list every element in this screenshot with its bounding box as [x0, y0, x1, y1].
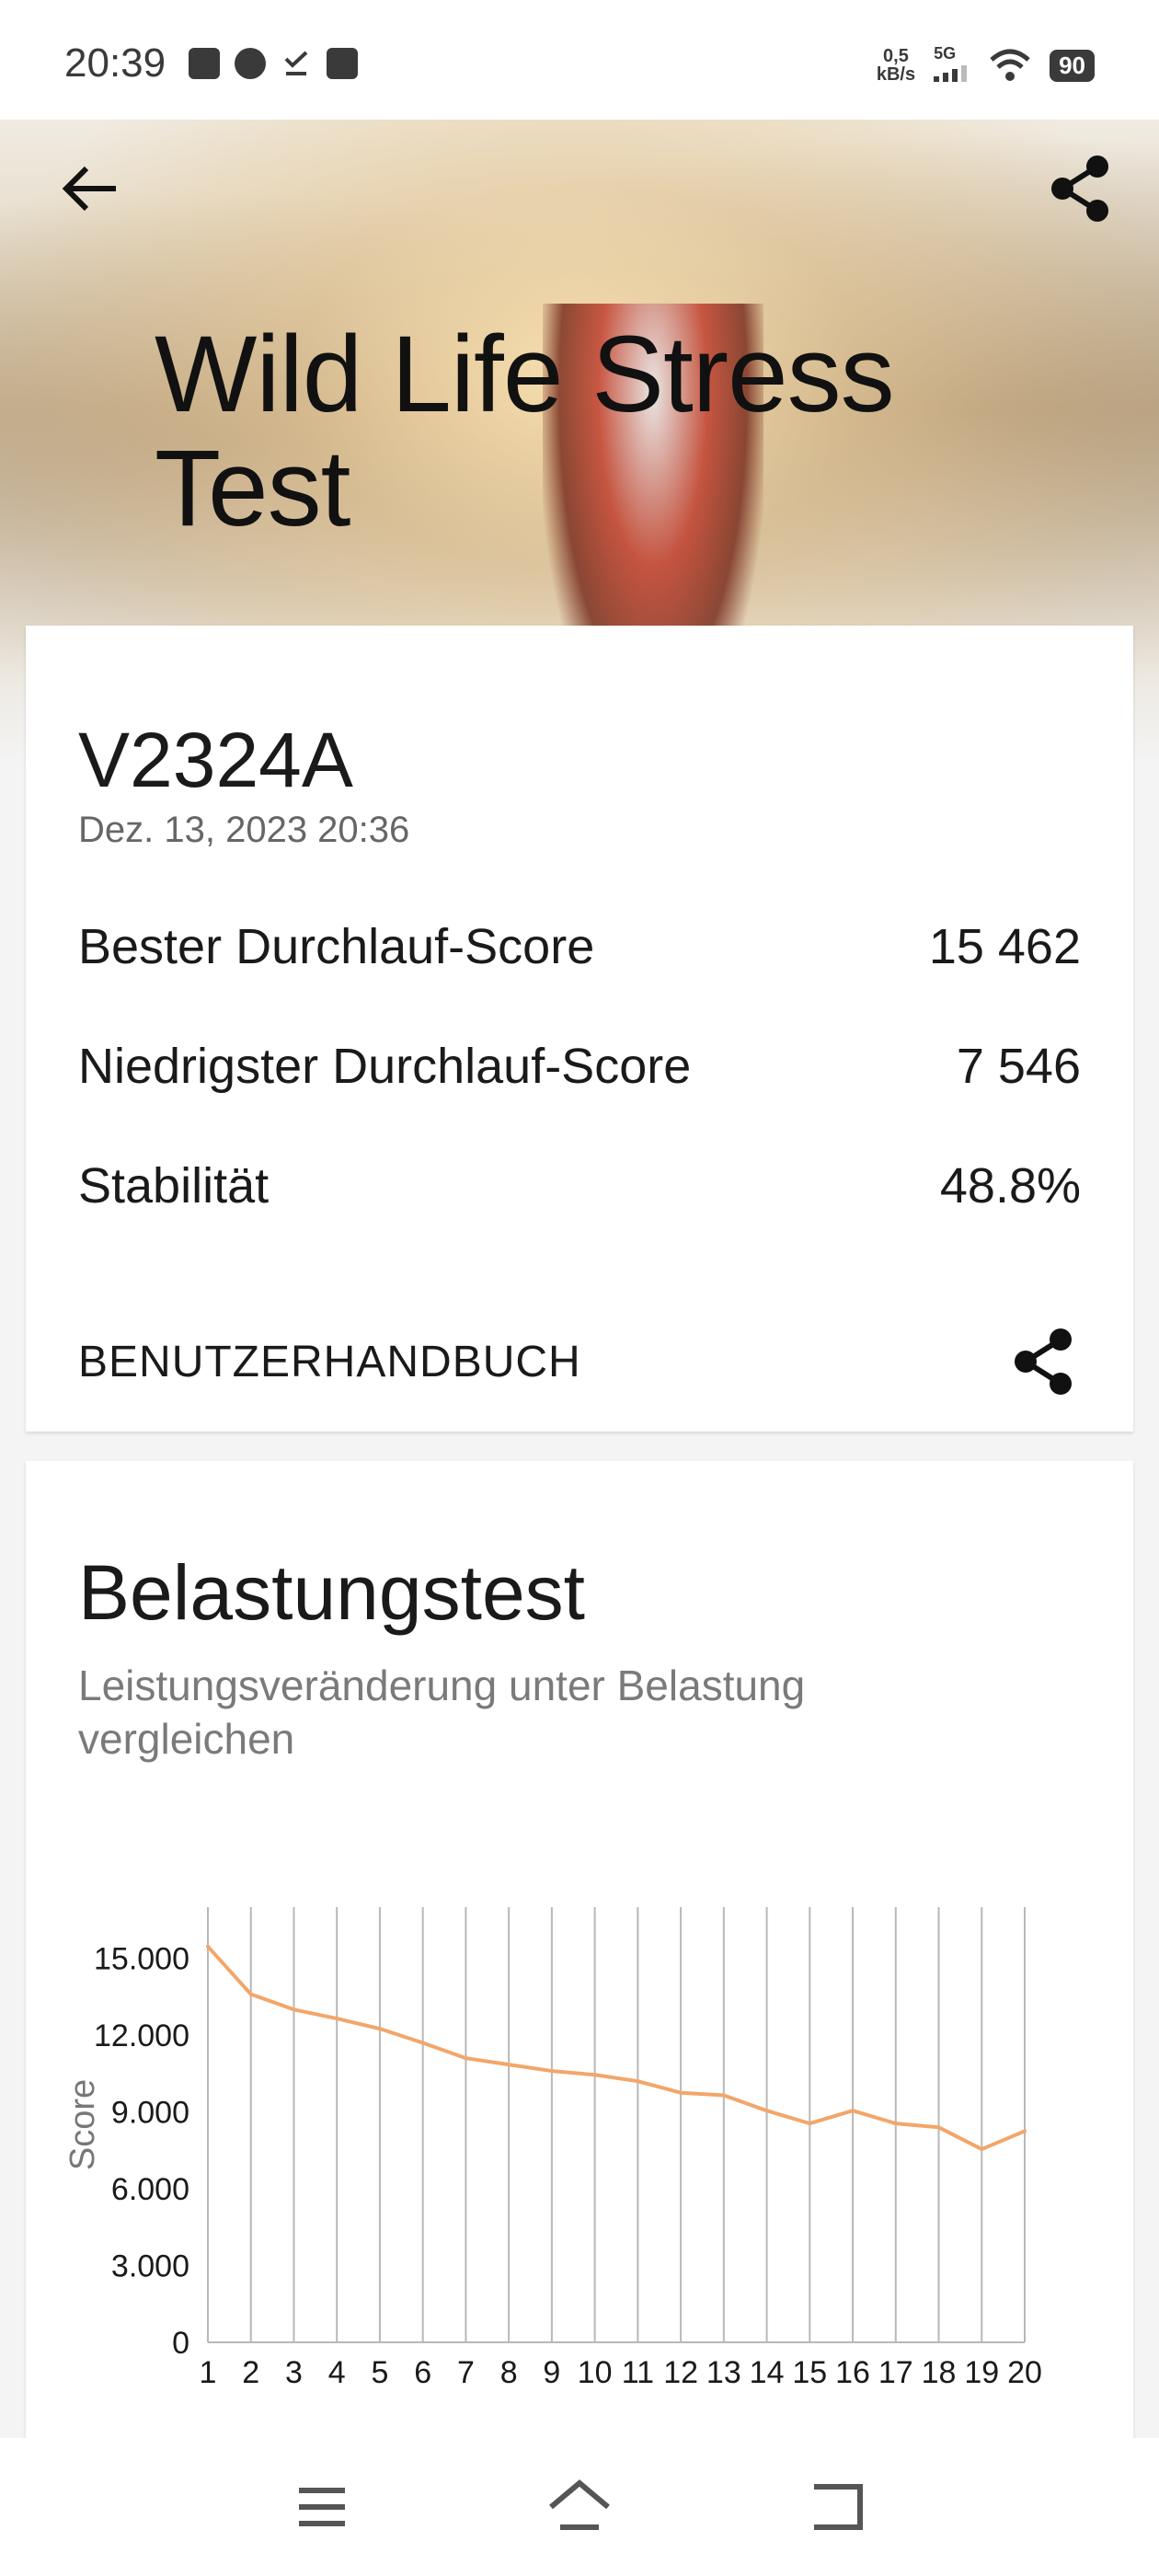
back-nav-button[interactable]: [796, 2470, 878, 2544]
summary-card: V2324A Dez. 13, 2023 20:36 Bester Durchl…: [26, 626, 1133, 1432]
data-point: [721, 2093, 726, 2098]
home-icon: [549, 2479, 610, 2530]
y-tick-label: 3.000: [111, 2249, 189, 2284]
signal-type: 5G: [934, 44, 957, 63]
data-point: [507, 2063, 511, 2067]
score-line: [206, 1945, 1026, 2152]
data-point: [592, 2073, 597, 2077]
status-right: 0,5 kB/s 5G 90: [877, 44, 1095, 86]
device-name: V2324A: [78, 717, 353, 803]
data-point: [206, 1944, 210, 1949]
stress-test-card: Belastungstest Leistungsveränderung unte…: [26, 1461, 1133, 2576]
data-point: [1023, 2129, 1027, 2133]
lowest-score-row: Niedrigster Durchlauf-Score 7 546: [78, 1038, 1081, 1095]
y-tick-label: 9.000: [111, 2096, 189, 2131]
data-point: [292, 2007, 296, 2012]
x-tick-label: 4: [328, 2355, 346, 2390]
share-icon: [1015, 1328, 1072, 1395]
status-time: 20:39: [64, 40, 166, 86]
navigation-bar: [0, 2438, 1159, 2576]
return-icon: [814, 2484, 863, 2530]
signal-indicator: 5G: [934, 44, 970, 86]
message-icon: [235, 48, 266, 79]
row-label: Bester Durchlauf-Score: [78, 919, 595, 974]
x-tick-label: 17: [878, 2355, 913, 2390]
data-point: [893, 2122, 898, 2126]
share-icon: [1051, 155, 1108, 222]
manual-row: BENUTZERHANDBUCH: [78, 1325, 1081, 1398]
back-arrow-icon: [62, 166, 116, 212]
data-point: [980, 2147, 984, 2152]
x-tick-label: 13: [706, 2355, 741, 2390]
row-label: Niedrigster Durchlauf-Score: [78, 1039, 692, 1094]
y-tick-label: 15.000: [94, 1942, 189, 1977]
data-point: [636, 2079, 640, 2084]
x-tick-label: 14: [750, 2355, 785, 2390]
y-axis-label: Score: [63, 2079, 102, 2170]
stress-line-chart: 03.0006.0009.00012.00015.0001 2 3 4 5 6 7 8 9 10 1…: [63, 1907, 1042, 2390]
test-date: Dez. 13, 2023 20:36: [78, 810, 410, 850]
row-value: 15 462: [928, 919, 1081, 974]
back-button[interactable]: [53, 152, 127, 225]
x-tick-label: 6: [414, 2355, 431, 2390]
data-point: [936, 2125, 941, 2130]
x-tick-label: 19: [964, 2355, 999, 2390]
y-tick-label: 0: [172, 2326, 189, 2361]
check-icon: [281, 48, 312, 79]
data-point: [248, 1992, 253, 1996]
data-point: [420, 2041, 425, 2045]
menu-button[interactable]: [281, 2470, 363, 2544]
data-point: [464, 2056, 468, 2061]
signal-bars-icon: [934, 65, 968, 82]
home-button[interactable]: [538, 2470, 621, 2544]
data-point: [851, 2109, 855, 2113]
x-tick-label: 8: [500, 2355, 518, 2390]
x-tick-label: 7: [457, 2355, 475, 2390]
net-speed: 0,5 kB/s: [877, 47, 915, 84]
data-point: [549, 2069, 554, 2074]
x-tick-label: 15: [792, 2355, 827, 2390]
stability-row: Stabilität 48.8%: [78, 1157, 1081, 1214]
inbox-icon: [327, 48, 358, 79]
share-result-button[interactable]: [1007, 1325, 1081, 1398]
x-tick-label: 10: [578, 2355, 613, 2390]
x-tick-label: 1: [200, 2355, 217, 2390]
x-tick-label: 16: [835, 2355, 870, 2390]
row-value: 48.8%: [939, 1158, 1081, 1213]
x-tick-label: 11: [622, 2355, 654, 2390]
best-score-row: Bester Durchlauf-Score 15 462: [78, 918, 1081, 975]
section-title: Belastungstest: [78, 1549, 586, 1636]
x-tick-label: 20: [1007, 2355, 1042, 2390]
notification-icons: [189, 48, 358, 79]
data-point: [377, 2027, 382, 2031]
wifi-icon: [990, 49, 1030, 81]
row-label: Stabilität: [78, 1158, 270, 1213]
battery-indicator: 90: [1050, 49, 1095, 82]
y-tick-label: 12.000: [94, 2018, 189, 2053]
share-button[interactable]: [1044, 152, 1118, 225]
app-notification-icon: [189, 48, 220, 79]
menu-icon: [299, 2488, 345, 2526]
x-tick-label: 5: [371, 2355, 388, 2390]
y-tick-label: 6.000: [111, 2172, 189, 2207]
data-point: [808, 2122, 812, 2126]
data-point: [335, 2017, 339, 2021]
data-point: [764, 2109, 769, 2113]
net-speed-value: 0,5: [883, 46, 909, 66]
x-tick-label: 9: [543, 2355, 560, 2390]
page-title: Wild Life Stress Test: [155, 314, 895, 549]
x-tick-label: 3: [285, 2355, 303, 2390]
net-speed-unit: kB/s: [876, 64, 916, 85]
user-manual-link[interactable]: BENUTZERHANDBUCH: [78, 1337, 581, 1387]
row-value: 7 546: [956, 1039, 1081, 1094]
x-tick-label: 2: [242, 2355, 259, 2390]
x-tick-label: 18: [922, 2355, 957, 2390]
data-point: [679, 2090, 683, 2095]
x-tick-label: 12: [663, 2355, 698, 2390]
status-bar: 20:39 0,5 kB/s 5G 90: [0, 0, 1159, 138]
section-subtitle: Leistungsveränderung unter Belastung ver…: [78, 1662, 806, 1763]
